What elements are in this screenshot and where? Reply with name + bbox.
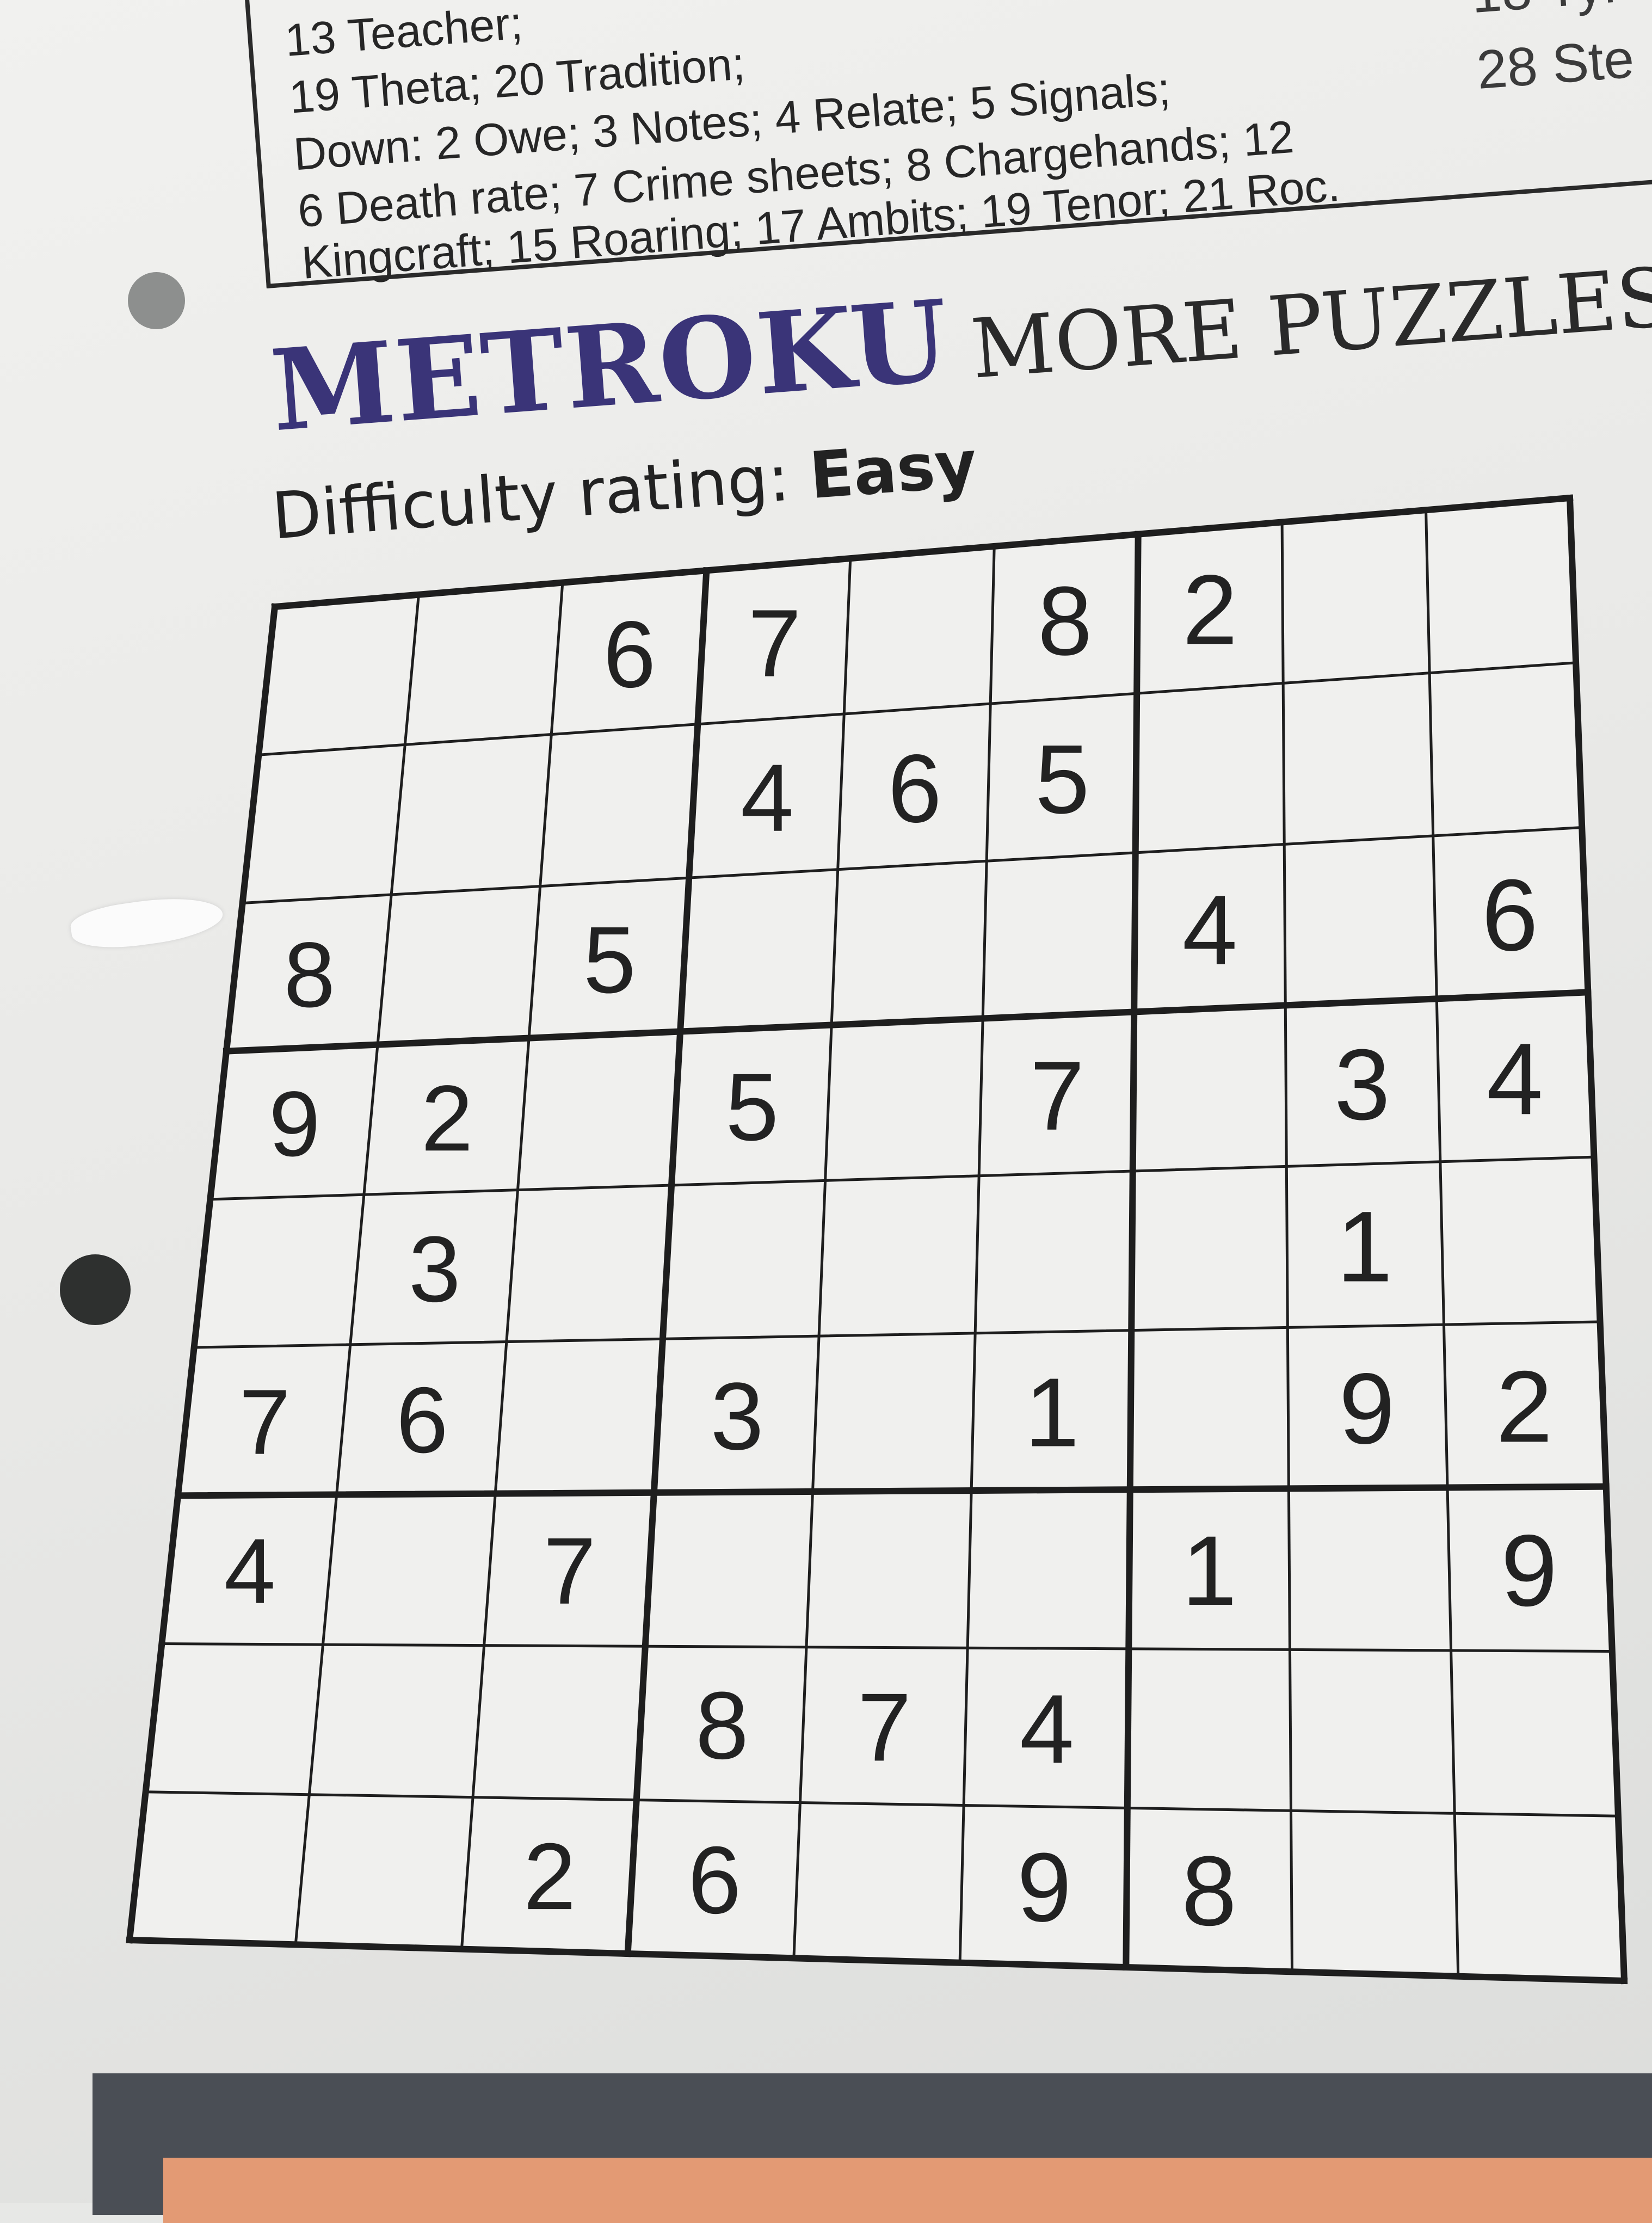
sudoku-given-digit: 5 [583, 907, 636, 1013]
sudoku-grid: 6 7 8 24 6 58 5 4 69 2 5 7 3 43 17 6 3 1 9 24 7 1 98 7 42 6 9 8 [126, 494, 1628, 1985]
sudoku-given-digit: 6 [396, 1368, 448, 1473]
sudoku-given-digit: 6 [888, 734, 942, 842]
sudoku-given-digit: 6 [688, 1827, 741, 1933]
sudoku-given-digit: 2 [523, 1823, 576, 1929]
sudoku-given-digit: 4 [1020, 1674, 1074, 1784]
sudoku-given-digit: 8 [695, 1672, 749, 1779]
sudoku-given-digit: 7 [748, 590, 802, 697]
sudoku-given-digit: 7 [858, 1673, 911, 1781]
sudoku-given-digit: 7 [1030, 1042, 1084, 1151]
sudoku-given-digit: 2 [1496, 1350, 1552, 1463]
sudoku-given-digit: 2 [1182, 554, 1237, 665]
sudoku-given-digit: 7 [544, 1518, 596, 1624]
sudoku-given-digit: 4 [224, 1520, 276, 1623]
sudoku-given-digit: 5 [1035, 725, 1089, 834]
sudoku-given-digit: 1 [1182, 1515, 1237, 1626]
sudoku-given-digit: 3 [1334, 1029, 1390, 1141]
sudoku-given-digit: 8 [1181, 1836, 1236, 1947]
sudoku-given-digit: 3 [409, 1217, 461, 1322]
sudoku-given-digit: 7 [239, 1371, 291, 1474]
sudoku-given-digit: 8 [283, 923, 335, 1027]
sudoku-given-digit: 9 [269, 1073, 320, 1176]
sudoku-given-digit: 3 [711, 1363, 764, 1470]
sudoku-given-digit: 1 [1336, 1191, 1392, 1303]
newspaper-page: 13 Teacher; 19 Theta; 20 Tradition; Down… [0, 0, 1652, 2223]
sudoku-given-digit: 9 [1339, 1353, 1395, 1465]
sudoku-given-digit: 1 [1025, 1358, 1079, 1468]
sudoku-given-digit: 6 [1482, 858, 1538, 972]
sudoku-given-digit: 5 [725, 1054, 779, 1161]
sudoku-given-digit: 2 [421, 1066, 473, 1171]
sudoku-given-digit: 8 [1038, 566, 1092, 676]
sudoku-given-digit: 4 [741, 745, 794, 852]
sudoku-given-digit: 4 [1182, 875, 1237, 986]
bottom-orange-strip [163, 2158, 1652, 2223]
sudoku-given-digit: 9 [1017, 1833, 1071, 1942]
sudoku-given-digit: 9 [1501, 1513, 1557, 1627]
sudoku-given-digit: 4 [1487, 1022, 1543, 1136]
sudoku-given-digit: 6 [603, 601, 656, 707]
